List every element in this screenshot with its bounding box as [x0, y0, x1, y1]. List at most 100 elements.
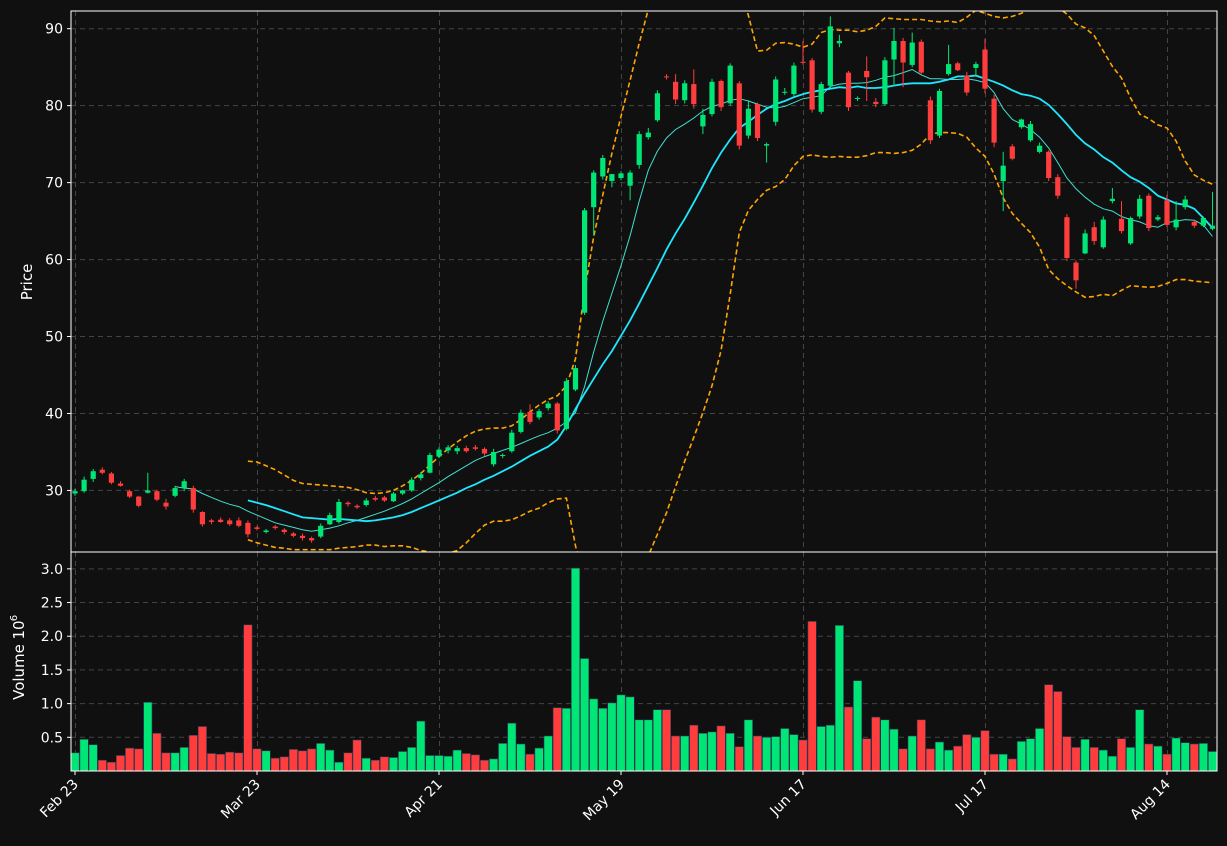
volume-bar — [816, 726, 826, 771]
candle-body — [163, 502, 169, 507]
volume-bar — [88, 744, 98, 771]
candle-body — [481, 448, 488, 454]
volume-bar — [270, 757, 280, 771]
candle-body — [773, 79, 779, 122]
volume-bar — [607, 702, 617, 771]
candle-body — [1091, 227, 1097, 242]
candle-body — [1037, 145, 1043, 152]
candle-body — [199, 512, 205, 525]
candle-body — [290, 533, 296, 536]
candle-body — [991, 98, 997, 143]
volume-bar — [980, 730, 990, 771]
volume-bar — [307, 748, 317, 771]
candle-body — [454, 448, 460, 452]
volume-bar — [780, 728, 790, 771]
volume-bar — [507, 722, 517, 771]
candle-body — [618, 173, 624, 178]
volume-bar — [643, 719, 653, 771]
volume-bar — [1208, 751, 1217, 771]
chart-svg: 304050607080900.51.01.52.02.53.0Feb 23 Ma… — [0, 0, 1227, 842]
volume-tick-label: 1.0 — [41, 697, 63, 713]
volume-bar — [461, 753, 471, 771]
candle-body — [836, 41, 842, 44]
candle-body — [1100, 219, 1106, 248]
volume-bar — [1189, 743, 1199, 771]
candle-body — [845, 72, 852, 108]
candle-body — [782, 91, 788, 93]
volume-bar — [1007, 758, 1017, 771]
candle-body — [354, 505, 360, 508]
candle-body — [754, 104, 761, 138]
stock-chart: 30 40 50 60 70 80 90 0.5 1.0 1.5 2.0 2.5 3.0 Feb 23 Ma… — [0, 0, 1227, 842]
volume-bar — [889, 728, 899, 771]
volume-bar — [734, 746, 744, 771]
candle-body — [536, 411, 542, 418]
volume-bar — [934, 741, 944, 771]
candle-body — [900, 41, 906, 63]
volume-bar — [297, 750, 307, 771]
candle-body — [736, 83, 742, 146]
volume-bar — [216, 753, 226, 771]
volume-tick-label: 0.5 — [41, 730, 63, 746]
candle-body — [909, 42, 915, 65]
candle-body — [609, 174, 615, 181]
candle-body — [518, 412, 524, 432]
candle-body — [973, 64, 979, 68]
volume-bar — [1107, 755, 1117, 771]
volume-bar — [552, 707, 562, 771]
candle-body — [72, 491, 78, 494]
volume-tick-label: 2.0 — [41, 629, 63, 645]
candle-body — [918, 41, 924, 73]
volume-bar — [944, 749, 954, 771]
volume-bar — [179, 747, 189, 771]
candle-body — [864, 71, 870, 78]
volume-bar — [152, 732, 162, 771]
volume-bar — [752, 735, 762, 771]
volume-bar — [962, 734, 972, 771]
volume-bar — [598, 707, 608, 771]
volume-bar — [916, 719, 926, 771]
volume-bar — [661, 709, 671, 771]
volume-bar — [570, 567, 580, 771]
volume-bar — [243, 624, 253, 771]
candle-body — [1018, 119, 1024, 128]
candle-body — [964, 75, 970, 93]
price-tick-label: 70 — [45, 176, 63, 192]
volume-bar — [880, 719, 890, 771]
volume-bar — [498, 743, 508, 771]
volume-bar — [989, 753, 999, 771]
candle-body — [1155, 217, 1161, 220]
candle-body — [309, 538, 315, 541]
volume-bar — [580, 658, 590, 771]
volume-bar — [416, 720, 426, 771]
candle-body — [390, 493, 397, 502]
candle-body — [299, 535, 306, 539]
candle-body — [563, 381, 569, 429]
volume-bar — [288, 749, 298, 771]
volume-bar — [616, 694, 626, 771]
candle-body — [691, 84, 697, 105]
volume-bar — [1044, 684, 1054, 771]
volume-bar — [843, 706, 853, 771]
volume-bar — [907, 735, 917, 771]
volume-bar — [106, 761, 116, 771]
candle-body — [745, 108, 751, 136]
volume-bar — [398, 751, 408, 771]
candle-body — [1027, 124, 1034, 141]
volume-bar — [361, 757, 371, 771]
candle-body — [90, 471, 96, 479]
candle-body — [345, 502, 351, 505]
candle-body — [554, 403, 560, 431]
candle-body — [1173, 219, 1179, 228]
candle-body — [327, 515, 333, 525]
candle-body — [500, 455, 506, 456]
candle-body — [1209, 225, 1216, 229]
volume-bar — [434, 755, 444, 771]
volume-axis-base: 10 — [10, 620, 28, 639]
candle-body — [1046, 151, 1052, 178]
candle-body — [427, 455, 433, 473]
candle-body — [955, 63, 961, 71]
volume-bar — [862, 738, 872, 771]
volume-bar — [79, 738, 89, 771]
volume-bar — [762, 736, 772, 771]
